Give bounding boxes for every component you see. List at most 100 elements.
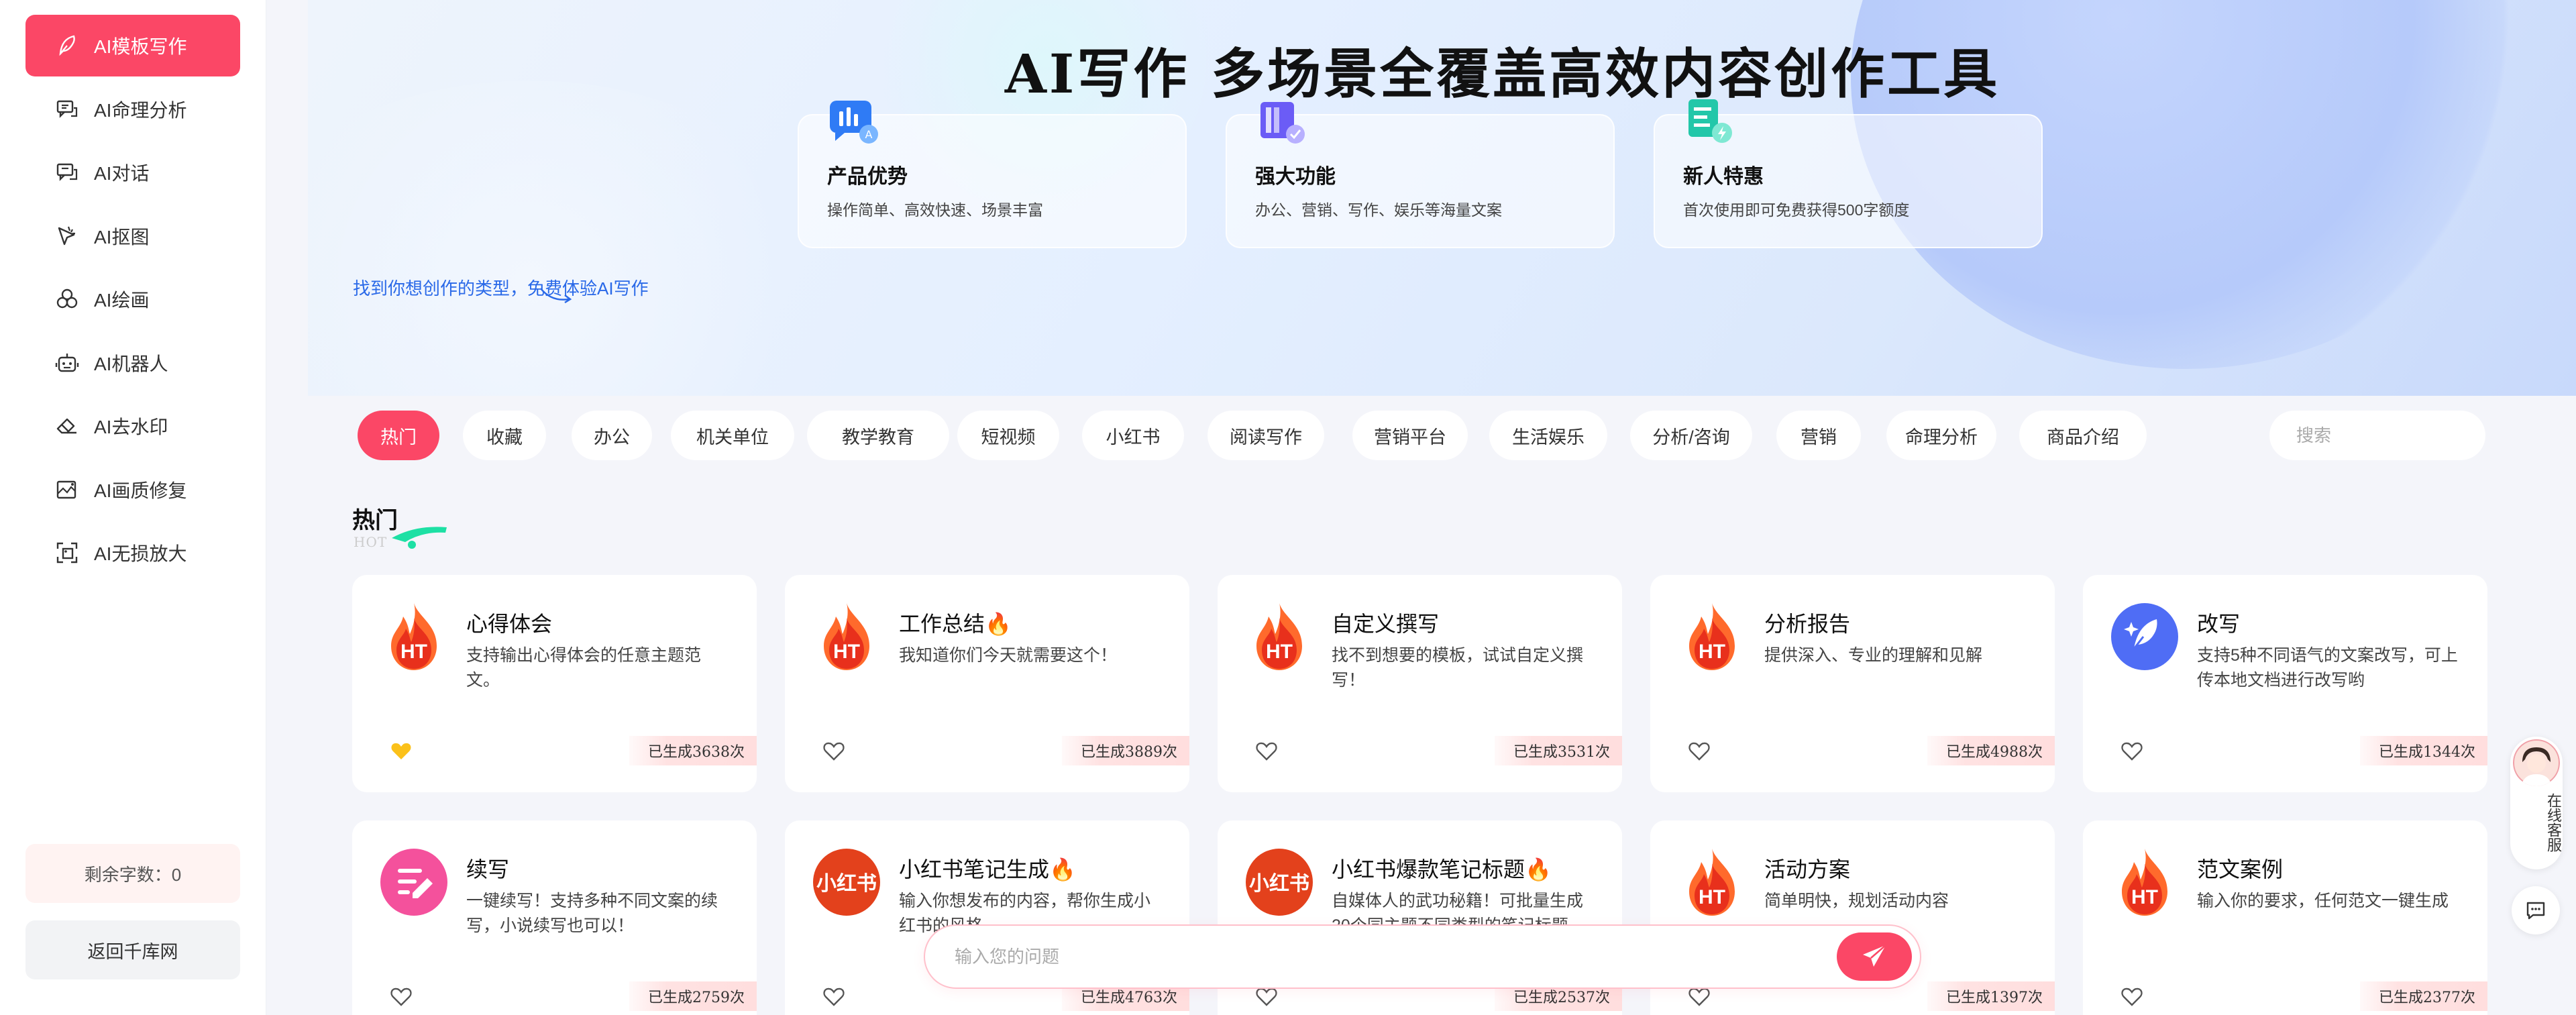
- document-lightning-icon: [1688, 99, 1732, 143]
- ht-flame-icon: HT: [1678, 847, 1746, 917]
- sidebar-item-8[interactable]: AI画质修复: [25, 459, 240, 521]
- sidebar-item-label: AI机器人: [94, 353, 168, 374]
- template-card[interactable]: HT 工作总结🔥 我知道你们今天就需要这个！ 已生成3889次: [785, 575, 1189, 792]
- heart-icon[interactable]: [390, 986, 413, 1008]
- sidebar-item-9[interactable]: AI无损放大: [25, 522, 240, 584]
- card-title: 续写: [466, 857, 510, 882]
- continue-write-icon: [380, 847, 447, 917]
- card-description: 找不到想要的模板，试试自定义撰写！: [1332, 646, 1584, 690]
- message-icon: [2526, 902, 2545, 920]
- curved-arrow-icon: [540, 288, 572, 304]
- template-card[interactable]: HT 自定义撰写 找不到想要的模板，试试自定义撰写！ 已生成3531次: [1218, 575, 1622, 792]
- search-box[interactable]: [2269, 411, 2521, 460]
- tab-7[interactable]: 小红书: [1082, 411, 1184, 460]
- generated-count: 已生成2759次: [629, 981, 757, 1011]
- banner-decoration: [308, 81, 831, 396]
- template-card[interactable]: 改写 支持5种不同语气的文案改写，可上传本地文档进行改写哟 已生成1344次: [2083, 575, 2487, 792]
- card-title: 小红书笔记生成🔥: [899, 857, 1076, 882]
- generated-count: 已生成1397次: [1927, 981, 2055, 1011]
- heart-icon[interactable]: [1688, 986, 1711, 1008]
- card-description: 提供深入、专业的理解和见解: [1764, 646, 1983, 665]
- banner-tip: 找到你想创作的类型，免费体验AI写作: [353, 278, 649, 299]
- sidebar-item-4[interactable]: AI抠图: [25, 205, 240, 267]
- generated-count: 已生成2377次: [2360, 981, 2487, 1011]
- tab-4[interactable]: 机关单位: [671, 411, 794, 460]
- generated-count: 已生成1344次: [2360, 736, 2487, 765]
- card-title: 分析报告: [1764, 612, 1851, 636]
- sidebar-item-6[interactable]: AI机器人: [25, 332, 240, 394]
- heart-icon[interactable]: [1255, 986, 1278, 1008]
- ht-flame-icon: HT: [813, 602, 880, 672]
- tab-12[interactable]: 营销: [1776, 411, 1861, 460]
- tab-14[interactable]: 商品介绍: [2019, 411, 2147, 460]
- heart-icon[interactable]: [1688, 741, 1711, 762]
- feature-title: 新人特惠: [1683, 166, 1764, 188]
- chat-input[interactable]: [955, 946, 1837, 967]
- tab-13[interactable]: 命理分析: [1886, 411, 1996, 460]
- back-to-qianku-button[interactable]: 返回千库网: [25, 920, 240, 979]
- template-card[interactable]: HT 范文案例输入你的要求，任何范文一键生成已生成2377次: [2083, 820, 2487, 1015]
- card-title: 工作总结🔥: [899, 612, 1012, 636]
- section-subtitle: HOT: [354, 534, 388, 550]
- template-card[interactable]: HT 心得体会 支持输出心得体会的任意主题范文。 已生成3638次: [352, 575, 757, 792]
- generated-count: 已生成4988次: [1927, 736, 2055, 765]
- svg-text:小红书: 小红书: [1249, 872, 1309, 896]
- heart-filled-icon[interactable]: [390, 741, 413, 762]
- sidebar-item-label: AI无损放大: [94, 543, 187, 564]
- feature-card-advantage: A 产品优势 操作简单、高效快速、场景丰富: [798, 101, 1187, 248]
- sidebar-item-3[interactable]: AI对话: [25, 142, 240, 203]
- generated-count: 已生成3531次: [1495, 736, 1622, 765]
- ht-flame-icon: HT: [1246, 602, 1313, 672]
- card-description: 输入你的要求，任何范文一键生成: [2197, 892, 2449, 910]
- eraser-icon: [55, 414, 79, 438]
- sidebar-item-label: AI抠图: [94, 226, 150, 248]
- message-button[interactable]: [2512, 886, 2560, 934]
- tab-8[interactable]: 阅读写作: [1208, 411, 1324, 460]
- online-service-widget[interactable]: 在线客服: [2510, 737, 2563, 869]
- send-button[interactable]: [1837, 932, 1912, 981]
- tab-10[interactable]: 生活娱乐: [1489, 411, 1607, 460]
- sidebar-item-label: AI模板写作: [94, 36, 187, 57]
- avatar: [2513, 739, 2560, 786]
- chat-input-bar: [924, 924, 1921, 989]
- card-description: 支持输出心得体会的任意主题范文。: [466, 646, 702, 690]
- brush-stroke-decoration: [392, 527, 447, 549]
- sidebar-item-2[interactable]: AI命理分析: [25, 78, 240, 140]
- sidebar-item-label: AI对话: [94, 163, 150, 184]
- heart-icon[interactable]: [822, 986, 845, 1008]
- template-card[interactable]: HT 分析报告 提供深入、专业的理解和见解 已生成4988次: [1650, 575, 2055, 792]
- feature-title: 产品优势: [827, 166, 908, 188]
- tab-11[interactable]: 分析/咨询: [1630, 411, 1752, 460]
- heart-icon[interactable]: [2121, 986, 2143, 1008]
- search-input[interactable]: [2296, 425, 2521, 446]
- banner-title: AI写作 多场景全覆盖高效内容创作工具: [1004, 42, 2000, 105]
- heart-icon[interactable]: [1255, 741, 1278, 762]
- tab-5[interactable]: 教学教育: [807, 411, 949, 460]
- sidebar-item-5[interactable]: AI绘画: [25, 268, 240, 330]
- service-avatar: [2513, 739, 2560, 786]
- sidebar-item-label: AI绘画: [94, 290, 150, 311]
- heart-icon[interactable]: [2121, 741, 2143, 762]
- heart-icon[interactable]: [822, 741, 845, 762]
- card-description: 支持5种不同语气的文案改写，可上传本地文档进行改写哟: [2197, 646, 2458, 690]
- paper-plane-icon: [1863, 945, 1886, 967]
- robot-icon: [55, 351, 79, 375]
- tab-9[interactable]: 营销平台: [1352, 411, 1468, 460]
- svg-text:HT: HT: [2131, 886, 2158, 908]
- tab-2[interactable]: 收藏: [463, 411, 546, 460]
- tab-1[interactable]: 热门: [358, 411, 439, 460]
- feature-desc: 操作简单、高效快速、场景丰富: [827, 201, 1043, 219]
- svg-text:HT: HT: [1266, 641, 1293, 663]
- sidebar-item-1[interactable]: AI模板写作: [25, 15, 240, 76]
- generated-count: 已生成3638次: [629, 736, 757, 765]
- tab-3[interactable]: 办公: [572, 411, 652, 460]
- feature-desc: 办公、营销、写作、娱乐等海量文案: [1255, 201, 1502, 219]
- sparkle-feather-icon: [2111, 602, 2178, 672]
- tab-6[interactable]: 短视频: [957, 411, 1059, 460]
- sidebar-item-7[interactable]: AI去水印: [25, 395, 240, 457]
- card-title: 心得体会: [466, 612, 553, 636]
- card-title: 范文案例: [2197, 857, 2284, 882]
- remaining-words: 剩余字数：0: [25, 844, 240, 903]
- template-card[interactable]: 续写 一键续写！支持多种不同文案的续写，小说续写也可以！ 已生成2759次: [352, 820, 757, 1015]
- sidebar-item-label: AI命理分析: [94, 99, 187, 121]
